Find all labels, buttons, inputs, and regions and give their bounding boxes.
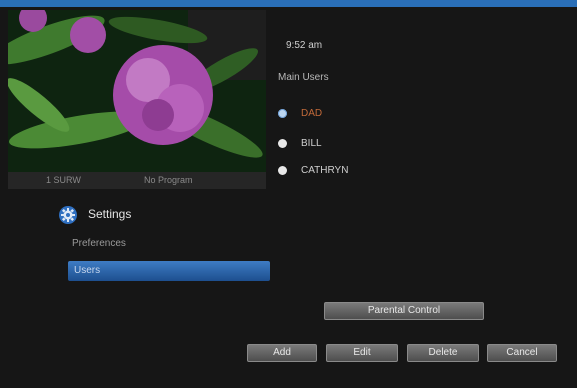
channel-label: 1 SURW [46,175,81,185]
delete-button[interactable]: Delete [407,344,479,362]
menu-item-preferences[interactable]: Preferences [72,238,126,249]
settings-label: Settings [88,207,132,221]
clock: 9:52 am [286,40,323,51]
radio-selected-icon[interactable] [278,109,287,118]
parental-control-button[interactable]: Parental Control [324,302,484,320]
gear-icon [58,205,78,230]
add-button[interactable]: Add [247,344,317,362]
edit-button[interactable]: Edit [326,344,398,362]
user-name: BILL [301,138,322,149]
status-bar: 1 SURW No Program [8,172,266,189]
video-preview [8,10,266,172]
main-users-heading: Main Users [278,72,329,83]
user-name: CATHRYN [301,165,349,176]
user-name: DAD [301,108,323,119]
cancel-button[interactable]: Cancel [487,344,557,362]
program-label: No Program [144,175,193,185]
top-accent-bar [0,0,577,7]
radio-icon[interactable] [278,139,287,148]
menu-item-users[interactable]: Users [68,261,270,281]
radio-icon[interactable] [278,166,287,175]
